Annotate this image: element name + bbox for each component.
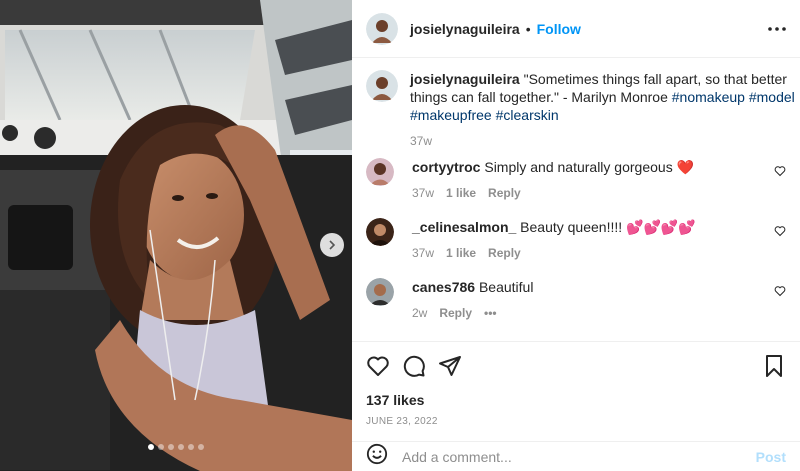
reply-button[interactable]: Reply (488, 184, 521, 202)
comments-list[interactable]: josielynaguileira "Sometimes things fall… (352, 58, 800, 341)
caption-age: 37w (410, 134, 433, 148)
heart-icon (774, 166, 786, 177)
like-comment-button[interactable] (774, 224, 786, 242)
avatar[interactable] (366, 12, 398, 45)
follow-button[interactable]: Follow (537, 21, 581, 37)
avatar[interactable] (366, 158, 394, 186)
comment-button[interactable] (402, 354, 426, 383)
comment-input[interactable] (402, 448, 756, 465)
hashtag-link[interactable]: #makeupfree (410, 107, 492, 123)
carousel-dot (158, 444, 164, 450)
comment-age: 37w (412, 186, 435, 200)
action-bar (352, 341, 800, 391)
comment-username[interactable]: _celinesalmon_ (412, 219, 516, 235)
list-item: cortyytroc Simply and naturally gorgeous… (366, 158, 786, 202)
hashtag-link[interactable]: #nomakeup (672, 89, 745, 105)
emoji-icon (366, 443, 388, 465)
more-options-button[interactable] (768, 26, 786, 31)
post-photo[interactable] (0, 0, 352, 471)
hashtag-link[interactable]: #model (749, 89, 795, 105)
heart-icon (774, 226, 786, 237)
carousel-dot (148, 444, 154, 450)
comment-age: 2w (412, 306, 428, 320)
like-button[interactable] (366, 354, 390, 383)
comment-more-button[interactable]: ••• (484, 304, 497, 322)
list-item: _celinesalmon_ Beauty queen!!!! 💕💕💕💕 37w… (366, 218, 786, 262)
like-comment-button[interactable] (774, 284, 786, 302)
avatar[interactable] (366, 278, 394, 306)
avatar[interactable] (366, 70, 398, 102)
chevron-right-icon (329, 240, 336, 250)
comment-text: Beauty queen!!!! 💕💕💕💕 (520, 219, 696, 235)
carousel-dot (168, 444, 174, 450)
comment-text: Simply and naturally gorgeous ❤️ (484, 159, 695, 175)
add-comment-bar: Post (352, 441, 800, 471)
reply-button[interactable]: Reply (488, 244, 521, 262)
likes-count[interactable]: 137 likes (366, 392, 424, 408)
next-photo-button[interactable] (320, 233, 344, 257)
comment-username[interactable]: cortyytroc (412, 159, 480, 175)
comment-username[interactable]: canes786 (412, 279, 475, 295)
separator-dot: • (525, 20, 531, 37)
heart-icon (367, 356, 389, 376)
post-date: JUNE 23, 2022 (366, 416, 438, 427)
heart-icon (774, 286, 786, 297)
hashtag-link[interactable]: #clearskin (496, 107, 559, 123)
carousel-dot (178, 444, 184, 450)
reply-button[interactable]: Reply (439, 304, 472, 322)
emoji-button[interactable] (366, 443, 388, 470)
save-button[interactable] (762, 354, 786, 383)
post-comment-button[interactable]: Post (756, 449, 786, 465)
comment-age: 37w (412, 246, 435, 260)
share-button[interactable] (438, 354, 462, 383)
more-options-icon (768, 26, 786, 31)
bookmark-icon (766, 355, 782, 377)
carousel-dots (0, 444, 352, 450)
header-username[interactable]: josielynaguileira (410, 21, 520, 37)
carousel-dot (198, 444, 204, 450)
comment-text: Beautiful (478, 279, 534, 295)
caption: josielynaguileira "Sometimes things fall… (366, 70, 800, 150)
share-icon (439, 356, 461, 376)
post-header: josielynaguileira • Follow (352, 0, 800, 58)
selfie-photo (0, 0, 352, 471)
like-comment-button[interactable] (774, 164, 786, 182)
avatar[interactable] (366, 218, 394, 246)
comment-icon (403, 355, 425, 377)
caption-username[interactable]: josielynaguileira (410, 71, 520, 87)
list-item: canes786 Beautiful 2w Reply ••• (366, 278, 786, 322)
comment-likes[interactable]: 1 like (446, 184, 476, 202)
post-detail-panel: josielynaguileira • Follow josielynaguil… (352, 0, 800, 471)
comment-likes[interactable]: 1 like (446, 244, 476, 262)
carousel-dot (188, 444, 194, 450)
